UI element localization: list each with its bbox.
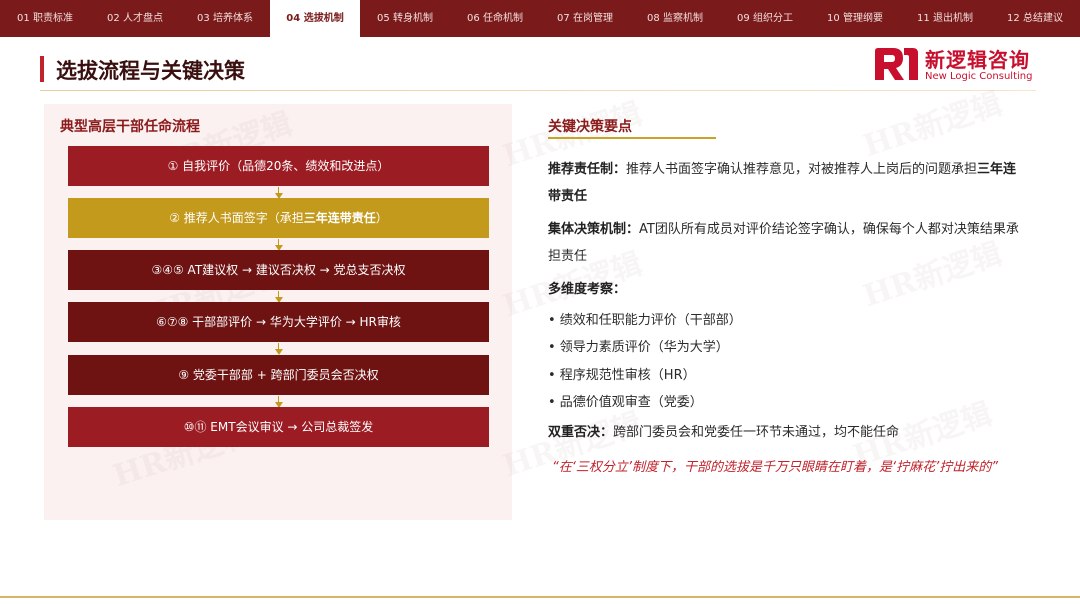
decision-label: 双重否决：	[548, 425, 614, 440]
flow-step-2[interactable]: ② 推荐人书面签字（承担三年连带责任）	[68, 198, 489, 238]
footer-divider	[0, 596, 1080, 598]
list-item: • 程序规范性审核（HR）	[548, 368, 696, 383]
flow-step-3[interactable]: ③④⑤ AT建议权 → 建议否决权 → 党总支否决权	[68, 250, 489, 290]
logo-name: 新逻辑咨询	[925, 48, 1030, 72]
flow-step-2-text: ② 推荐人书面签字（承担	[169, 211, 304, 225]
quote-text: “在‘三权分立’制度下，干部的选拔是千万只眼睛在盯着，是‘拧麻花’拧出来的”	[552, 460, 998, 475]
tab-on-post-management[interactable]: 07 在岗管理	[540, 0, 630, 37]
tab-supervision-mechanism[interactable]: 08 监察机制	[630, 0, 720, 37]
tab-management-outline[interactable]: 10 管理纲要	[810, 0, 900, 37]
decision-recommend-responsibility: 推荐责任制：推荐人书面签字确认推荐意见，对被推荐人上岗后的问题承担三年连带责任	[548, 156, 1028, 210]
tab-selection-mechanism[interactable]: 04 选拔机制	[270, 0, 360, 37]
tab-summary-suggestions[interactable]: 12 总结建议	[990, 0, 1080, 37]
flow-arrow-icon	[275, 343, 283, 355]
flow-step-2-suffix: ）	[375, 211, 388, 225]
flow-step-2-highlight: 三年连带责任	[303, 211, 376, 225]
page-title: 选拔流程与关键决策	[56, 59, 245, 83]
tab-exit-mechanism[interactable]: 11 退出机制	[900, 0, 990, 37]
title-accent-bar	[40, 56, 44, 82]
flow-step-6[interactable]: ⑩⑪ EMT会议审议 → 公司总裁签发	[68, 407, 489, 447]
list-item: • 品德价值观审查（党委）	[548, 395, 703, 410]
tab-duties-standards[interactable]: 01 职责标准	[0, 0, 90, 37]
tab-transition-mechanism[interactable]: 05 转身机制	[360, 0, 450, 37]
list-item: • 绩效和任职能力评价（干部部）	[548, 313, 742, 328]
flow-step-1[interactable]: ① 自我评价（品德20条、绩效和改进点）	[68, 146, 489, 186]
decision-label: 多维度考察：	[548, 282, 627, 297]
flow-step-4[interactable]: ⑥⑦⑧ 干部部评价 → 华为大学评价 → HR审核	[68, 302, 489, 342]
tab-training-system[interactable]: 03 培养体系	[180, 0, 270, 37]
decision-label: 集体决策机制：	[548, 222, 640, 237]
watermark-text: HR新逻辑	[859, 86, 1007, 165]
tab-organization-division[interactable]: 09 组织分工	[720, 0, 810, 37]
decision-multidimension: 多维度考察：	[548, 276, 1028, 303]
decision-text: 跨部门委员会和党委任一环节未通过，均不能任命	[613, 425, 900, 440]
tab-appointment-mechanism[interactable]: 06 任命机制	[450, 0, 540, 37]
decision-label: 推荐责任制：	[548, 162, 627, 177]
flow-step-5[interactable]: ⑨ 党委干部部 + 跨部门委员会否决权	[68, 355, 489, 395]
decision-double-veto: 双重否决：跨部门委员会和党委任一环节未通过，均不能任命	[548, 419, 1028, 446]
decision-text: 推荐人书面签字确认推荐意见，对被推荐人上岗后的问题承担	[626, 162, 978, 177]
top-navigation: 01 职责标准 02 人才盘点 03 培养体系 04 选拔机制 05 转身机制 …	[0, 0, 1080, 37]
list-item: • 领导力素质评价（华为大学）	[548, 340, 729, 355]
logo-subtitle: New Logic Consulting	[925, 71, 1033, 82]
decision-collective: 集体决策机制：AT团队所有成员对评价结论签字确认，确保每个人都对决策结果承担责任	[548, 216, 1028, 270]
decisions-heading-underline	[548, 137, 716, 139]
flow-heading: 典型高层干部任命流程	[60, 119, 200, 135]
decisions-heading: 关键决策要点	[548, 119, 632, 135]
logo-icon	[875, 48, 918, 80]
tab-talent-review[interactable]: 02 人才盘点	[90, 0, 180, 37]
title-divider	[40, 90, 1036, 91]
